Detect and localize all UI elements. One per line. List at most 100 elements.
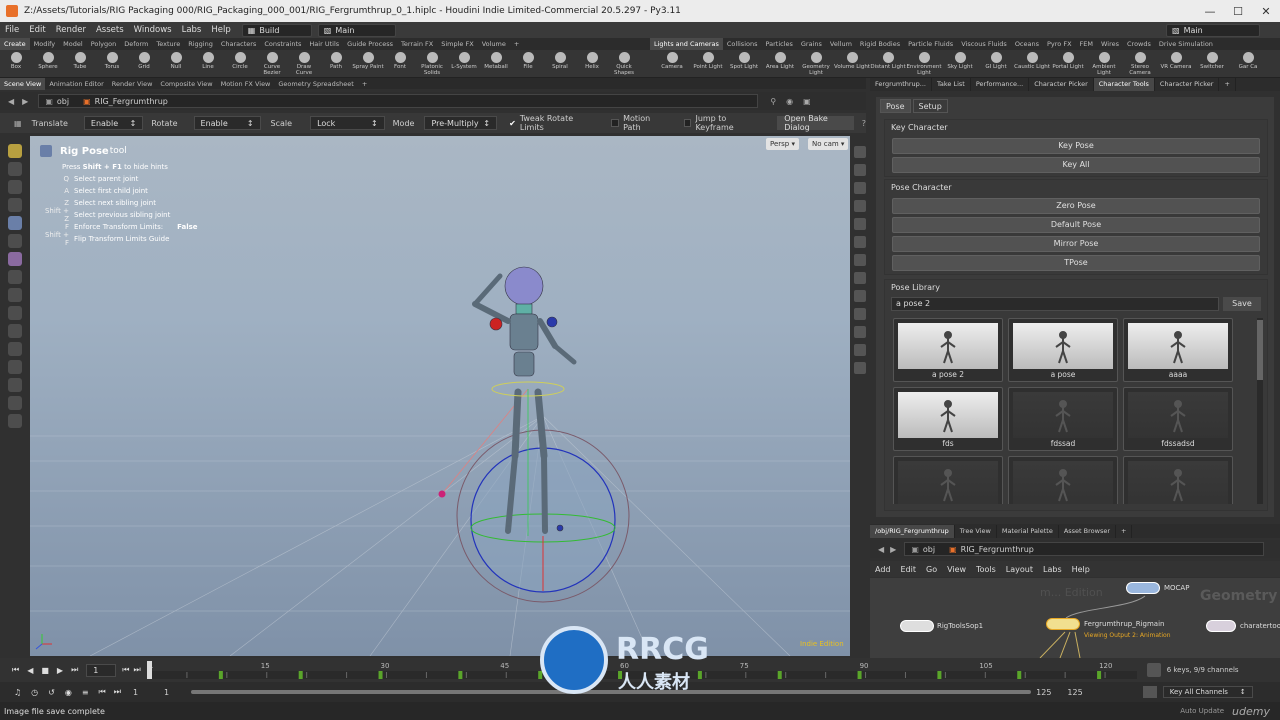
tpose-button[interactable]: TPose	[892, 255, 1260, 271]
library-scroll-thumb[interactable]	[1257, 320, 1263, 380]
frame-field[interactable]: 1	[86, 663, 117, 677]
default-pose-button[interactable]: Default Pose	[892, 217, 1260, 233]
ik-target-handle[interactable]	[438, 490, 446, 498]
wire-icon[interactable]	[854, 272, 866, 284]
keyframe-marker[interactable]	[458, 671, 463, 679]
shelf-tab-texture[interactable]: Texture	[152, 38, 184, 50]
shading-icon[interactable]	[854, 182, 866, 194]
key-icon[interactable]	[1146, 663, 1161, 677]
right-tab-character-picker[interactable]: Character Picker	[1029, 78, 1094, 91]
snap-icon[interactable]	[854, 290, 866, 302]
node-rigtoolssop1[interactable]	[900, 620, 934, 632]
tool-spray-paint[interactable]: Spray Paint	[352, 50, 384, 78]
tool-geometry-light[interactable]: Geometry Light	[798, 50, 834, 78]
shelf-tab-terrain-fx[interactable]: Terrain FX	[397, 38, 437, 50]
tool-box[interactable]: Box	[0, 50, 32, 78]
lighting-icon[interactable]	[854, 164, 866, 176]
network-tab-asset-browser[interactable]: Asset Browser	[1059, 524, 1117, 538]
network-menu-labs[interactable]: Labs	[1038, 565, 1067, 574]
library-scrollbar[interactable]	[1257, 318, 1263, 504]
key-channels-select[interactable]: Key All Channels ↕	[1162, 686, 1253, 698]
scale-tool-icon[interactable]	[8, 306, 22, 320]
key-all-button[interactable]: Key All	[892, 157, 1260, 173]
tool-tube[interactable]: Tube	[64, 50, 96, 78]
tool-gar-ca[interactable]: Gar Ca	[1230, 50, 1266, 78]
pose-thumbnail[interactable]	[893, 456, 1003, 504]
prev-key-icon[interactable]: ⏮	[122, 665, 129, 675]
network-tab-material-palette[interactable]: Material Palette	[997, 524, 1059, 538]
tool-stereo-camera[interactable]: Stereo Camera	[1122, 50, 1158, 78]
tool-path[interactable]: Path	[320, 50, 352, 78]
tool-caustic-light[interactable]: Caustic Light	[1014, 50, 1050, 78]
range-start[interactable]: 1	[133, 688, 138, 697]
sim-icon[interactable]: ≡	[82, 688, 89, 697]
tool-vr-camera[interactable]: VR Camera	[1158, 50, 1194, 78]
shelf-tab-fem[interactable]: FEM	[1076, 38, 1097, 50]
back-arrow-icon[interactable]: ◀	[8, 97, 14, 106]
keyframe-marker[interactable]	[378, 671, 383, 679]
shelf-tab-vellum[interactable]: Vellum	[826, 38, 856, 50]
shelf-tab-modify[interactable]: Modify	[30, 38, 60, 50]
persp-menu[interactable]: Persp ▾	[766, 138, 799, 150]
shelf-tab-pyro-fx[interactable]: Pyro FX	[1043, 38, 1076, 50]
save-pose-button[interactable]: Save	[1223, 297, 1261, 311]
tool-file[interactable]: File	[512, 50, 544, 78]
display-icon[interactable]	[854, 146, 866, 158]
pose-thumbnail[interactable]: fdssadsd	[1123, 387, 1233, 451]
network-tab-tree-view[interactable]: Tree View	[955, 524, 997, 538]
network-path-field[interactable]: ▣ obj ▣ RIG_Fergrumthrup	[904, 542, 1265, 556]
auto-update[interactable]: Auto Update	[1180, 707, 1224, 715]
motion-path-checkbox[interactable]	[611, 119, 620, 127]
forward-arrow-icon[interactable]: ▶	[22, 97, 28, 106]
back-arrow-icon[interactable]: ◀	[878, 545, 884, 554]
shelf-tab-rigid-bodies[interactable]: Rigid Bodies	[856, 38, 904, 50]
right-tab-take-list[interactable]: Take List	[932, 78, 971, 91]
eye-icon[interactable]: ◉	[786, 97, 793, 106]
tweak-checkbox[interactable]: ✔	[509, 119, 516, 128]
channel-mode-icon[interactable]	[1142, 686, 1157, 698]
tab-scene-view[interactable]: Scene View	[0, 77, 46, 90]
tool-grid[interactable]: Grid	[128, 50, 160, 78]
network-menu-help[interactable]: Help	[1067, 565, 1095, 574]
tool-sphere[interactable]: Sphere	[32, 50, 64, 78]
tool-distant-light[interactable]: Distant Light	[870, 50, 906, 78]
pose-thumbnail[interactable]: a pose 2	[893, 318, 1003, 382]
tool-curve-bezier[interactable]: Curve Bezier	[256, 50, 288, 78]
context-select[interactable]: ▧ Main	[317, 23, 396, 37]
menu-file[interactable]: File	[0, 25, 24, 35]
right-tab-character-picker[interactable]: Character Picker	[1155, 78, 1220, 91]
tab-pose[interactable]: Pose	[880, 99, 911, 113]
add-tab-icon[interactable]: +	[1219, 78, 1236, 91]
shelf-tab-characters[interactable]: Characters	[217, 38, 260, 50]
layout-icon[interactable]	[854, 344, 866, 356]
shelf-tab-collisions[interactable]: Collisions	[723, 38, 762, 50]
loop-icon[interactable]: ↺	[48, 688, 55, 697]
pose-tool-icon[interactable]	[8, 180, 22, 194]
camera-icon[interactable]	[854, 326, 866, 338]
rotate-select[interactable]: Enable ↕	[193, 116, 261, 130]
snap-tool-icon[interactable]	[8, 396, 22, 410]
tab-render-view[interactable]: Render View	[108, 78, 157, 90]
shelf-tab-model[interactable]: Model	[59, 38, 87, 50]
tool-font[interactable]: Font	[384, 50, 416, 78]
zero-pose-button[interactable]: Zero Pose	[892, 198, 1260, 214]
help-icon[interactable]: ?	[862, 119, 866, 128]
range-start-icon[interactable]: ⏮	[99, 687, 106, 697]
network-menu-edit[interactable]: Edit	[896, 565, 922, 574]
keyframe-marker[interactable]	[1016, 671, 1021, 679]
normal-icon[interactable]	[854, 254, 866, 266]
shelf-tab-deform[interactable]: Deform	[120, 38, 152, 50]
key-pose-button[interactable]: Key Pose	[892, 138, 1260, 154]
shelf-tab-particles[interactable]: Particles	[761, 38, 796, 50]
magnet-tool-icon[interactable]	[8, 378, 22, 392]
menu-windows[interactable]: Windows	[129, 25, 177, 35]
tool-metaball[interactable]: Metaball	[480, 50, 512, 78]
desktop-select[interactable]: ▦ Build	[241, 23, 312, 37]
network-menu-go[interactable]: Go	[921, 565, 942, 574]
tool-line[interactable]: Line	[192, 50, 224, 78]
range-end[interactable]: 125	[1036, 688, 1051, 697]
tool-portal-light[interactable]: Portal Light	[1050, 50, 1086, 78]
handle-grid-icon[interactable]: ▦	[14, 119, 22, 128]
lasso-tool-icon[interactable]	[8, 342, 22, 356]
tool-circle[interactable]: Circle	[224, 50, 256, 78]
